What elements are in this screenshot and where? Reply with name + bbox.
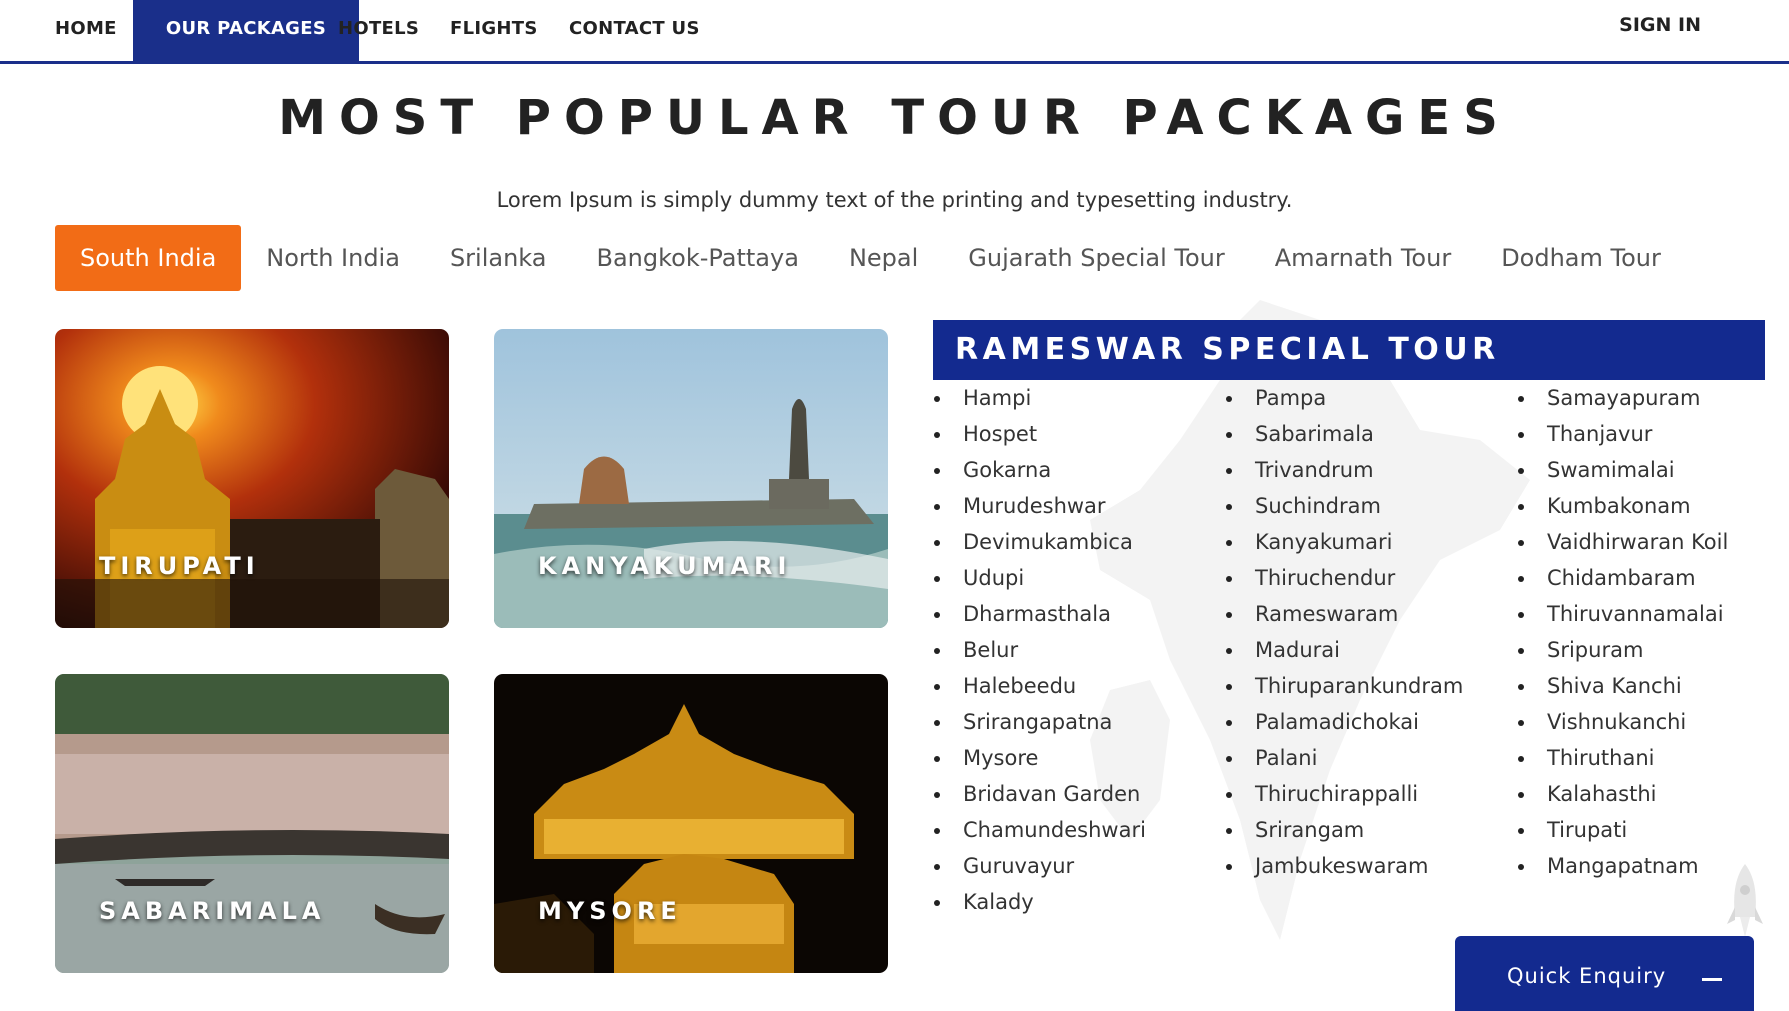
- mysore-image: [494, 674, 888, 973]
- list-item: Sabarimala: [1226, 418, 1463, 454]
- list-item: Sripuram: [1518, 634, 1728, 670]
- tour-list-header: RAMESWAR SPECIAL TOUR: [933, 320, 1765, 380]
- tab-south-india[interactable]: South India: [55, 225, 242, 291]
- region-tabs: South India North India Srilanka Bangkok…: [55, 225, 1686, 291]
- sabarimala-image: [55, 674, 449, 973]
- quick-enquiry-button[interactable]: Quick Enquiry: [1455, 936, 1754, 1011]
- tirupati-image: [55, 329, 449, 628]
- list-item: Tirupati: [1518, 814, 1728, 850]
- list-item: Thiruthani: [1518, 742, 1728, 778]
- list-item: Kumbakonam: [1518, 490, 1728, 526]
- list-item: Pampa: [1226, 382, 1463, 418]
- tab-north-india[interactable]: North India: [241, 225, 425, 291]
- list-item: Thiruparankundram: [1226, 670, 1463, 706]
- list-item: Mangapatnam: [1518, 850, 1728, 886]
- destinations-column-3: Samayapuram Thanjavur Swamimalai Kumbako…: [1518, 382, 1728, 886]
- list-item: Bridavan Garden: [934, 778, 1146, 814]
- nav-flights[interactable]: FLIGHTS: [428, 0, 560, 62]
- list-item: Swamimalai: [1518, 454, 1728, 490]
- rocket-icon[interactable]: [1725, 862, 1765, 942]
- list-item: Kanyakumari: [1226, 526, 1463, 562]
- card-label: SABARIMALA: [99, 897, 326, 925]
- list-item: Vishnukanchi: [1518, 706, 1728, 742]
- list-item: Jambukeswaram: [1226, 850, 1463, 886]
- package-card-kanyakumari[interactable]: KANYAKUMARI: [494, 329, 888, 628]
- list-item: Srirangam: [1226, 814, 1463, 850]
- tab-srilanka[interactable]: Srilanka: [425, 225, 572, 291]
- top-navbar: HOME OUR PACKAGES HOTELS FLIGHTS CONTACT…: [0, 0, 1789, 64]
- package-card-mysore[interactable]: MYSORE: [494, 674, 888, 973]
- list-item: Trivandrum: [1226, 454, 1463, 490]
- list-item: Srirangapatna: [934, 706, 1146, 742]
- package-card-tirupati[interactable]: TIRUPATI: [55, 329, 449, 628]
- list-item: Vaidhirwaran Koil: [1518, 526, 1728, 562]
- list-item: Dharmasthala: [934, 598, 1146, 634]
- page-title: MOST POPULAR TOUR PACKAGES: [278, 90, 1511, 146]
- sign-in-link[interactable]: SIGN IN: [1619, 0, 1701, 50]
- minus-icon[interactable]: [1702, 978, 1722, 981]
- tour-list-title: RAMESWAR SPECIAL TOUR: [955, 332, 1500, 367]
- list-item: Guruvayur: [934, 850, 1146, 886]
- list-item: Mysore: [934, 742, 1146, 778]
- kanyakumari-image: [494, 329, 888, 628]
- list-item: Hospet: [934, 418, 1146, 454]
- list-item: Thiruchirappalli: [1226, 778, 1463, 814]
- list-item: Thiruvannamalai: [1518, 598, 1728, 634]
- nav-hotels[interactable]: HOTELS: [316, 0, 441, 62]
- quick-enquiry-label: Quick Enquiry: [1507, 964, 1667, 988]
- list-item: Samayapuram: [1518, 382, 1728, 418]
- page-subtitle: Lorem Ipsum is simply dummy text of the …: [496, 188, 1293, 212]
- list-item: Kalady: [934, 886, 1146, 922]
- card-label: TIRUPATI: [99, 552, 260, 580]
- list-item: Thiruchendur: [1226, 562, 1463, 598]
- destinations-column-1: Hampi Hospet Gokarna Murudeshwar Devimuk…: [934, 382, 1146, 922]
- nav-contact-us[interactable]: CONTACT US: [547, 0, 722, 62]
- list-item: Thanjavur: [1518, 418, 1728, 454]
- list-item: Devimukambica: [934, 526, 1146, 562]
- package-card-sabarimala[interactable]: SABARIMALA: [55, 674, 449, 973]
- list-item: Rameswaram: [1226, 598, 1463, 634]
- list-item: Chidambaram: [1518, 562, 1728, 598]
- card-label: KANYAKUMARI: [538, 552, 792, 580]
- list-item: Kalahasthi: [1518, 778, 1728, 814]
- tab-amarnath-tour[interactable]: Amarnath Tour: [1250, 225, 1476, 291]
- list-item: Belur: [934, 634, 1146, 670]
- tab-nepal[interactable]: Nepal: [824, 225, 943, 291]
- list-item: Suchindram: [1226, 490, 1463, 526]
- list-item: Palani: [1226, 742, 1463, 778]
- card-label: MYSORE: [538, 897, 682, 925]
- tab-gujarath-special-tour[interactable]: Gujarath Special Tour: [943, 225, 1249, 291]
- tab-bangkok-pattaya[interactable]: Bangkok-Pattaya: [571, 225, 823, 291]
- destinations-column-2: Pampa Sabarimala Trivandrum Suchindram K…: [1226, 382, 1463, 886]
- list-item: Palamadichokai: [1226, 706, 1463, 742]
- list-item: Udupi: [934, 562, 1146, 598]
- tab-dodham-tour[interactable]: Dodham Tour: [1476, 225, 1686, 291]
- list-item: Shiva Kanchi: [1518, 670, 1728, 706]
- list-item: Chamundeshwari: [934, 814, 1146, 850]
- list-item: Madurai: [1226, 634, 1463, 670]
- nav-home[interactable]: HOME: [33, 0, 139, 62]
- list-item: Halebeedu: [934, 670, 1146, 706]
- list-item: Hampi: [934, 382, 1146, 418]
- list-item: Gokarna: [934, 454, 1146, 490]
- list-item: Murudeshwar: [934, 490, 1146, 526]
